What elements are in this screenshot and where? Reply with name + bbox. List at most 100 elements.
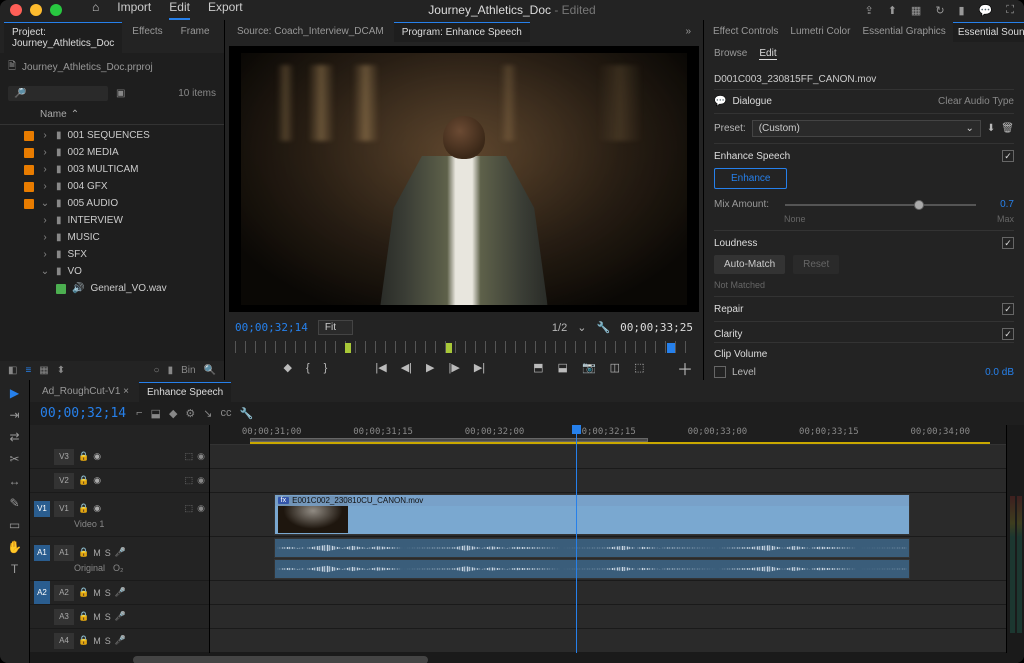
bin-item[interactable]: ›▮001 SEQUENCES	[0, 127, 224, 144]
track-lane-v2[interactable]	[210, 469, 1006, 493]
voice-over-icon[interactable]: 🎤	[115, 587, 126, 598]
track-header-a2[interactable]: A2A2 🔒 M S 🎤	[30, 581, 209, 605]
mix-amount-value[interactable]: 0.7	[982, 199, 1014, 210]
auto-transcribe-icon[interactable]: ○	[154, 365, 160, 376]
add-marker-icon[interactable]: ◆	[284, 361, 292, 374]
filter-bin-icon[interactable]: ▣	[116, 88, 125, 99]
slip-tool-icon[interactable]: ↔	[9, 474, 21, 488]
resolution-dropdown-icon[interactable]: ⌄	[577, 321, 586, 334]
toggle-output-icon[interactable]: ◉	[197, 451, 205, 462]
scrollbar-thumb[interactable]	[133, 656, 429, 663]
step-back-icon[interactable]: ◀|	[401, 361, 412, 374]
program-in-timecode[interactable]: 00;00;32;14	[235, 321, 308, 334]
snap-icon[interactable]: ⌐	[136, 407, 142, 420]
voice-over-icon[interactable]: 🎤	[115, 611, 126, 622]
voice-over-icon[interactable]: 🎤	[115, 547, 126, 558]
bin-item-file[interactable]: 🔊General_VO.wav	[0, 280, 224, 297]
audio-type-tag[interactable]: 💬 Dialogue	[714, 96, 772, 107]
type-tool-icon[interactable]: T	[11, 562, 18, 576]
rectangle-tool-icon[interactable]: ▭	[9, 518, 20, 532]
voice-over-icon[interactable]: 🎤	[115, 635, 126, 646]
sync-lock-icon[interactable]: ⬚	[185, 475, 194, 486]
tab-essential-graphics[interactable]: Essential Graphics	[857, 22, 950, 42]
eye-icon[interactable]: ◉	[93, 475, 101, 486]
go-to-in-icon[interactable]: |◀	[375, 361, 386, 374]
bin-item[interactable]: ⌄▮VO	[0, 263, 224, 280]
enhance-speech-checkbox[interactable]	[1002, 150, 1014, 162]
solo-button[interactable]: S	[105, 548, 111, 558]
video-clip[interactable]: fx E001C002_230810CU_CANON.mov	[274, 494, 911, 535]
mute-button[interactable]: M	[93, 588, 101, 598]
track-header-v3[interactable]: V3 🔒 ◉ ⬚◉	[30, 445, 209, 469]
track-header-v1[interactable]: V1V1 🔒 ◉ ⬚◉ Video 1	[30, 493, 209, 537]
maximize-window-button[interactable]	[50, 4, 62, 16]
play-icon[interactable]: ▶	[426, 361, 434, 374]
bin-item[interactable]: ›▮004 GFX	[0, 178, 224, 195]
eye-icon[interactable]: ◉	[93, 503, 101, 514]
tab-essential-sound[interactable]: Essential Sound	[953, 22, 1024, 42]
project-search-input[interactable]	[8, 86, 108, 101]
timeline-settings-icon[interactable]: ⚙	[185, 407, 195, 420]
solo-button[interactable]: S	[105, 636, 111, 646]
lock-icon[interactable]: 🔒	[78, 547, 89, 558]
track-select-tool-icon[interactable]: ⇥	[9, 408, 19, 422]
solo-button[interactable]: S	[105, 588, 111, 598]
sync-lock-icon[interactable]: ⬚	[185, 451, 194, 462]
bin-item[interactable]: ›▮002 MEDIA	[0, 144, 224, 161]
repair-checkbox[interactable]	[1002, 303, 1014, 315]
audio-clip-ch2[interactable]	[274, 559, 911, 579]
panel-menu-icon[interactable]: »	[677, 22, 699, 42]
out-marker[interactable]	[446, 343, 452, 353]
sequence-tab-1[interactable]: Ad_RoughCut-V1 ×	[34, 382, 137, 402]
markers-icon[interactable]: ▮	[959, 4, 965, 17]
level-value[interactable]: 0.0 dB	[985, 367, 1014, 378]
subtab-edit[interactable]: Edit	[759, 48, 776, 60]
mute-button[interactable]: M	[93, 636, 101, 646]
freeform-view-icon[interactable]: ◧	[8, 365, 17, 376]
master-audio-meter[interactable]	[1006, 425, 1024, 653]
lock-icon[interactable]: 🔒	[78, 451, 89, 462]
chat-icon[interactable]: 💬	[979, 4, 993, 17]
selection-tool-icon[interactable]: ▶	[10, 386, 19, 400]
clarity-checkbox[interactable]	[1002, 328, 1014, 340]
auto-match-button[interactable]: Auto-Match	[714, 255, 785, 274]
minimize-window-button[interactable]	[30, 4, 42, 16]
tab-effect-controls[interactable]: Effect Controls	[708, 22, 783, 42]
save-preset-icon[interactable]: ⬇	[987, 123, 995, 134]
quick-export-icon[interactable]: ⇪	[864, 4, 873, 17]
audio-clip-ch1[interactable]	[274, 538, 911, 558]
step-forward-icon[interactable]: |▶	[448, 361, 459, 374]
mix-amount-slider[interactable]	[785, 204, 976, 206]
workspace-export[interactable]: Export	[208, 0, 243, 20]
track-header-a3[interactable]: A3 🔒 M S 🎤	[30, 605, 209, 629]
timeline-tracks-area[interactable]: 00;00;31;00 00;00;31;15 00;00;32;00 00;0…	[210, 425, 1006, 653]
enhance-button[interactable]: Enhance	[714, 168, 787, 189]
add-marker-icon[interactable]: ◆	[169, 407, 177, 420]
settings-wrench-icon[interactable]: 🔧	[596, 321, 610, 334]
time-ruler[interactable]: 00;00;31;00 00;00;31;15 00;00;32;00 00;0…	[210, 425, 1006, 445]
clarity-section[interactable]: Clarity	[714, 322, 1014, 340]
mark-out-icon[interactable]: }	[324, 362, 328, 374]
bin-item[interactable]: ›▮INTERVIEW	[0, 212, 224, 229]
track-lane-v3[interactable]	[210, 445, 1006, 469]
track-lane-v1[interactable]: fx E001C002_230810CU_CANON.mov	[210, 493, 1006, 537]
workspaces-icon[interactable]: ▦	[911, 4, 921, 17]
column-header[interactable]: Name ⌃	[0, 105, 224, 125]
eye-icon[interactable]: ◉	[93, 451, 101, 462]
preset-dropdown[interactable]: (Custom) ⌄	[752, 120, 981, 137]
linked-selection-icon[interactable]: ⬓	[151, 407, 161, 420]
solo-button[interactable]: S	[105, 612, 111, 622]
find-icon[interactable]: 🔍	[204, 365, 216, 376]
extract-icon[interactable]: ⬓	[558, 361, 568, 374]
repair-section[interactable]: Repair	[714, 297, 1014, 322]
tab-effects[interactable]: Effects	[124, 22, 170, 53]
close-window-button[interactable]	[10, 4, 22, 16]
hand-tool-icon[interactable]: ✋	[7, 540, 22, 554]
track-header-a1[interactable]: A1A1 🔒 M S 🎤 Original O₂	[30, 537, 209, 581]
ripple-edit-tool-icon[interactable]: ⇄	[9, 430, 19, 444]
tab-source-monitor[interactable]: Source: Coach_Interview_DCAM	[229, 22, 392, 42]
lock-icon[interactable]: 🔒	[78, 503, 89, 514]
proxy-toggle-icon[interactable]: ⬚	[634, 361, 644, 374]
mute-button[interactable]: M	[93, 612, 101, 622]
caption-track-icon[interactable]: cc	[221, 407, 232, 420]
